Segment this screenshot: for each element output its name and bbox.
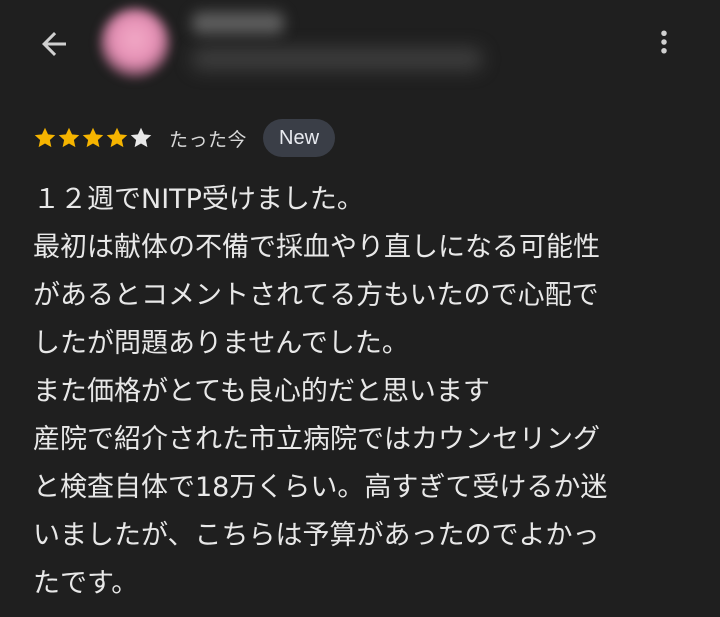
review-rating-row: たった今 New (33, 118, 336, 158)
review-text-line: １２週でNITP受けました。 (33, 184, 364, 215)
review-text-line: また価格がとても良心的だと思います (33, 376, 490, 407)
more-vert-icon (661, 30, 667, 54)
reviewer-name-redacted (192, 12, 284, 34)
new-badge: New (263, 119, 336, 157)
back-button[interactable] (32, 22, 76, 66)
star-filled-icon (82, 127, 104, 148)
review-text-line: いましたが、こちらは予算があったのでよかっ (33, 520, 600, 551)
reviewer-meta-redacted (192, 48, 482, 70)
avatar[interactable] (100, 8, 170, 78)
star-filled-icon (34, 127, 56, 148)
review-text-line: があるとコメントされてる方もいたので心配で (33, 280, 599, 311)
review-text-line: たです。 (33, 568, 139, 599)
star-empty-icon (130, 127, 152, 148)
review-text-line: と検査自体で18万くらい。高すぎて受けるか迷 (33, 472, 608, 503)
star-filled-icon (58, 127, 80, 148)
review-time: たった今 (169, 128, 248, 151)
arrow-left-icon (42, 32, 66, 56)
star-rating (33, 126, 153, 150)
review-text: １２週でNITP受けました。最初は献体の不備で採血やり直しになる可能性 があるとコ… (33, 176, 693, 608)
star-filled-icon (106, 127, 128, 148)
review-text-line: 最初は献体の不備で採血やり直しになる可能性 (33, 232, 600, 263)
app-header (0, 0, 720, 100)
more-options-button[interactable] (646, 20, 682, 64)
review-text-line: 産院で紹介された市立病院ではカウンセリング (33, 424, 600, 455)
review-text-line: したが問題ありませんでした。 (33, 328, 409, 359)
